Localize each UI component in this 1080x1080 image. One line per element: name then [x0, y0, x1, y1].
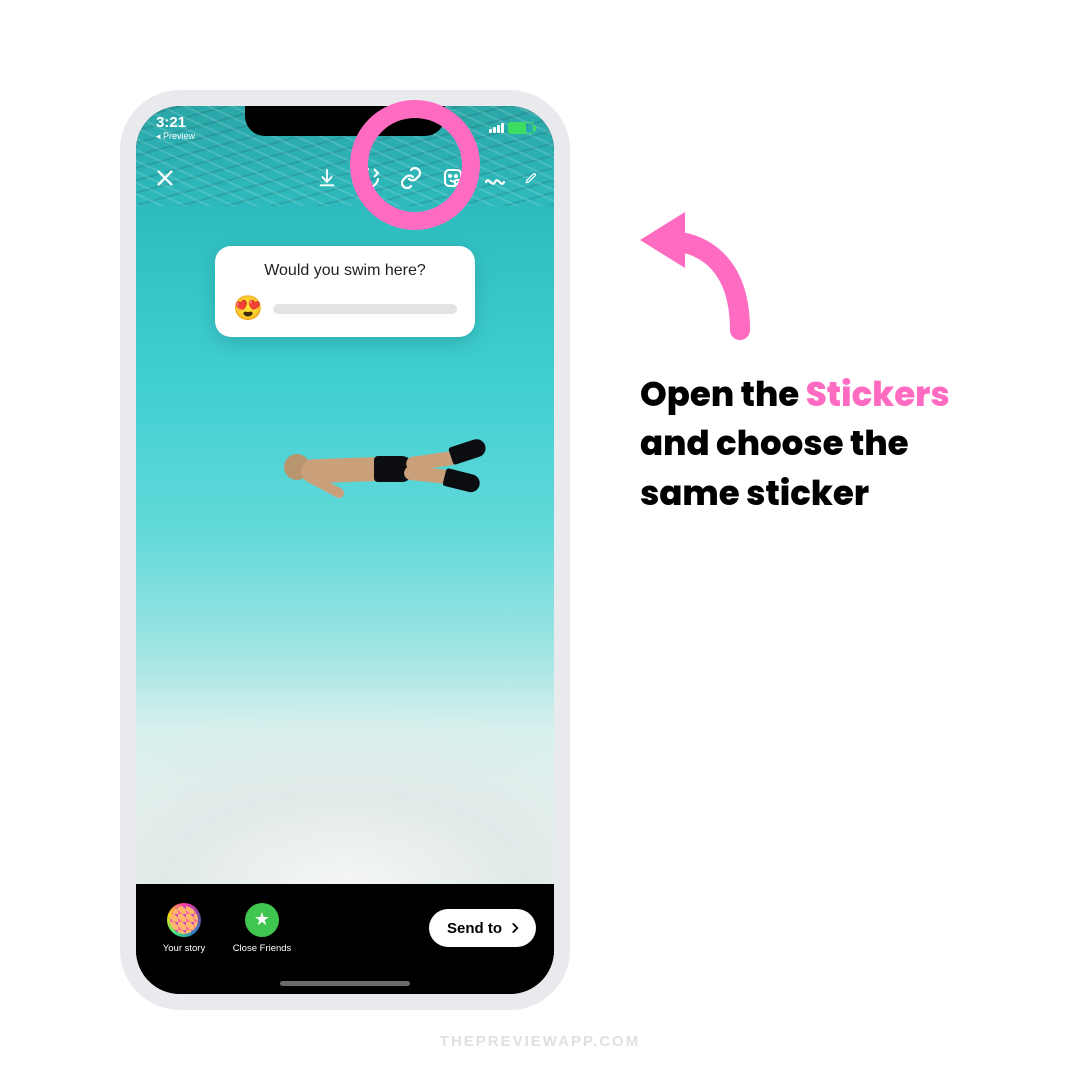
notch: [245, 106, 445, 136]
home-indicator[interactable]: [280, 981, 410, 986]
heart-eyes-emoji-icon[interactable]: 😍: [233, 294, 263, 323]
swimmer-figure: [246, 436, 486, 506]
watermark: THEPREVIEWAPP.COM: [440, 1033, 640, 1050]
close-friends-icon: ★: [245, 903, 279, 937]
story-toolbar: [136, 156, 554, 200]
effects-icon[interactable]: [482, 165, 508, 191]
poll-slider-track[interactable]: [273, 304, 457, 314]
chevron-right-icon: [508, 921, 522, 935]
signal-icon: [489, 123, 504, 133]
close-icon[interactable]: [152, 165, 178, 191]
your-story-button[interactable]: Your story: [154, 903, 214, 954]
story-canvas[interactable]: Would you swim here? 😍 Your story ★ Clos…: [136, 106, 554, 994]
phone-screen: 3:21 ◂ Preview: [136, 106, 554, 994]
send-to-label: Send to: [447, 920, 502, 937]
phone-frame: 3:21 ◂ Preview: [120, 90, 570, 1010]
link-icon[interactable]: [398, 165, 424, 191]
send-to-button[interactable]: Send to: [429, 909, 536, 947]
sticker-icon[interactable]: [440, 165, 466, 191]
close-friends-label: Close Friends: [233, 943, 292, 954]
story-bottom-bar: Your story ★ Close Friends Send to: [136, 884, 554, 994]
close-friends-button[interactable]: ★ Close Friends: [232, 903, 292, 954]
poll-question: Would you swim here?: [233, 262, 457, 280]
your-story-label: Your story: [163, 943, 205, 954]
status-back-app[interactable]: ◂ Preview: [156, 132, 195, 141]
story-background-image: [136, 106, 554, 884]
boomerang-icon[interactable]: [356, 165, 382, 191]
download-icon[interactable]: [314, 165, 340, 191]
draw-icon[interactable]: [524, 165, 538, 191]
battery-icon: [508, 122, 534, 134]
annotation-arrow-icon: [630, 200, 770, 340]
instruction-text: Open the Stickers and choose the same st…: [640, 370, 980, 518]
status-time: 3:21: [156, 115, 195, 130]
emoji-slider-sticker[interactable]: Would you swim here? 😍: [215, 246, 475, 337]
your-story-icon: [167, 903, 201, 937]
